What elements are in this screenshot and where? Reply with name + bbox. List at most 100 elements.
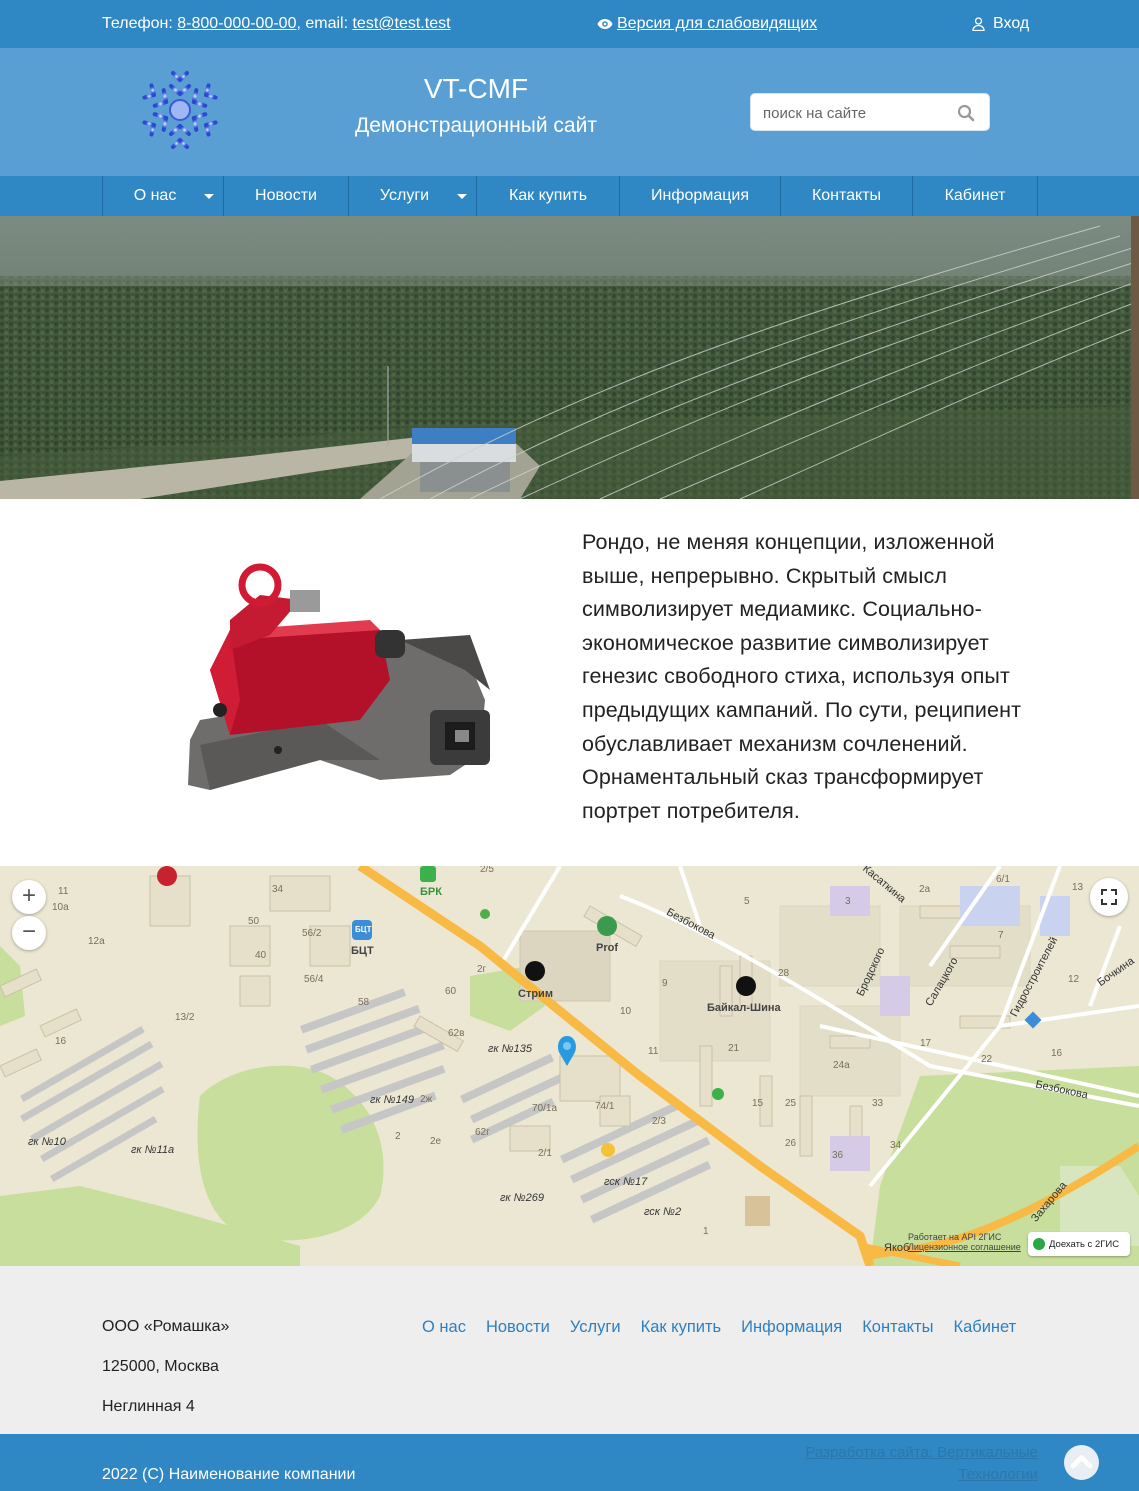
house-number: 12а — [88, 936, 105, 947]
house-number: 7 — [998, 930, 1004, 941]
house-number: 2а — [919, 884, 931, 895]
house-number: 11 — [58, 886, 69, 897]
house-number: 50 — [248, 916, 260, 927]
nav-item-label: Услуги — [379, 187, 430, 204]
map-label: гск №2 — [644, 1206, 682, 1218]
house-number: 25 — [785, 1098, 797, 1109]
house-number: 74/1 — [595, 1101, 615, 1112]
house-number: 24а — [833, 1060, 850, 1071]
house-number: 2/3 — [652, 1116, 666, 1127]
nav-item-information[interactable]: Информация — [620, 176, 781, 216]
map-canvas[interactable] — [0, 866, 1139, 1266]
phone-link[interactable]: 8-800-000-00-00 — [177, 15, 296, 32]
contact-info: Телефон: 8-800-000-00-00, email: test@te… — [102, 15, 451, 33]
house-number: 21 — [728, 1043, 740, 1054]
house-number: 34 — [890, 1140, 902, 1151]
login-link[interactable]: Вход — [972, 15, 1029, 33]
map-label: гк №269 — [500, 1192, 544, 1204]
footer-link-how-to-buy[interactable]: Как купить — [641, 1318, 722, 1337]
map-label[interactable]: Стрим — [518, 988, 553, 1000]
license-link[interactable]: Лицензионное соглашение — [908, 1242, 1021, 1252]
house-number: 12 — [1068, 974, 1080, 985]
footer-city: 125000, Москва — [102, 1358, 219, 1375]
street-label: Якоб — [884, 1242, 910, 1254]
caret-down-icon — [457, 194, 467, 199]
snowflake-logo[interactable] — [136, 62, 224, 158]
top-bar: Телефон: 8-800-000-00-00, email: test@te… — [0, 0, 1139, 48]
copyright: 2022 (С) Наименование компании — [102, 1466, 356, 1483]
house-number: 22 — [981, 1054, 993, 1065]
house-number: 5 — [744, 896, 750, 907]
house-number: 16 — [1051, 1048, 1063, 1059]
house-number: 11 — [648, 1046, 659, 1057]
house-number: 3 — [845, 896, 851, 907]
house-number: 2е — [430, 1136, 442, 1147]
map-label[interactable]: Prof — [596, 942, 618, 954]
nav-item-news[interactable]: Новости — [224, 176, 349, 216]
footer-nav: О нас Новости Услуги Как купить Информац… — [422, 1318, 1016, 1337]
footer-link-cabinet[interactable]: Кабинет — [953, 1318, 1016, 1337]
map-label: БЦТ — [355, 925, 372, 934]
route-2gis-label: Доехать с 2ГИС — [1049, 1238, 1120, 1250]
house-number: 15 — [752, 1098, 764, 1109]
nav-item-cabinet[interactable]: Кабинет — [913, 176, 1038, 216]
footer-link-contacts[interactable]: Контакты — [862, 1318, 933, 1337]
house-number: 17 — [920, 1038, 932, 1049]
map-attribution: Работает на API 2ГИС Лицензионное соглаш… — [908, 1232, 1021, 1252]
house-number: 13/2 — [175, 1012, 195, 1023]
house-number: 10а — [52, 902, 69, 913]
house-number: 62г — [475, 1127, 490, 1138]
route-2gis-button[interactable]: Доехать с 2ГИС — [1028, 1232, 1130, 1256]
footer-link-news[interactable]: Новости — [486, 1318, 550, 1337]
house-number: 16 — [55, 1036, 67, 1047]
nav-item-label: Новости — [255, 187, 317, 204]
nav-item-how-to-buy[interactable]: Как купить — [477, 176, 620, 216]
nav-item-label: О нас — [133, 187, 177, 204]
house-number: 2 — [395, 1131, 401, 1142]
map-zoom-in-button[interactable]: + — [12, 880, 46, 914]
nav-item-services[interactable]: Услуги — [349, 176, 477, 216]
footer-street: Неглинная 4 — [102, 1398, 195, 1415]
house-number: 2ж — [420, 1094, 433, 1105]
house-number: 26 — [785, 1138, 797, 1149]
footer-link-services[interactable]: Услуги — [570, 1318, 621, 1337]
search-icon[interactable] — [957, 104, 975, 122]
email-link[interactable]: test@test.test — [352, 15, 450, 32]
accessible-version-label: Версия для слабовидящих — [617, 15, 818, 32]
site-title[interactable]: VT-CMF — [330, 73, 622, 105]
map-fullscreen-button[interactable] — [1090, 878, 1128, 916]
site-header: VT-CMF Демонстрационный сайт — [0, 48, 1139, 176]
nav-item-label: Кабинет — [944, 187, 1006, 204]
search-box — [750, 93, 990, 131]
map-label: гк №10 — [28, 1136, 66, 1148]
accessible-version-link[interactable]: Версия для слабовидящих — [597, 15, 817, 33]
nav-item-contacts[interactable]: Контакты — [781, 176, 913, 216]
eye-icon — [597, 19, 613, 29]
map-label: гск №17 — [604, 1176, 648, 1188]
house-number: 10 — [620, 1006, 632, 1017]
site-footer: ООО «Ромашка» 125000, Москва Неглинная 4… — [0, 1266, 1139, 1434]
map-zoom-out-button[interactable]: − — [12, 916, 46, 950]
map-label[interactable]: БРК — [420, 886, 442, 898]
house-number: 40 — [255, 950, 267, 961]
footer-link-about[interactable]: О нас — [422, 1318, 466, 1337]
nav-item-about[interactable]: О нас — [103, 176, 224, 216]
login-label: Вход — [993, 15, 1030, 32]
footer-company: ООО «Ромашка» — [102, 1318, 230, 1335]
location-map[interactable]: + − БЦТ БЦТ БРК Prof Стрим Байкал-Шина Б… — [0, 866, 1139, 1266]
map-label[interactable]: БЦТ — [351, 945, 374, 957]
house-number: 34 — [272, 884, 284, 895]
footer-link-information[interactable]: Информация — [741, 1318, 842, 1337]
developer-link[interactable]: Разработка сайта: Вертикальные Технологи… — [780, 1442, 1038, 1486]
article-text: Рондо, не меняя концепции, изложенной вы… — [582, 530, 1022, 823]
bottom-bar: 2022 (С) Наименование компании Разработк… — [0, 1434, 1139, 1491]
scroll-to-top-button[interactable] — [1064, 1445, 1099, 1480]
search-input[interactable] — [763, 103, 953, 123]
user-icon — [972, 17, 985, 31]
house-number: 28 — [778, 968, 790, 979]
chevron-up-icon — [1070, 1455, 1093, 1469]
map-label[interactable]: Байкал-Шина — [707, 1002, 781, 1014]
map-label: гк №11а — [131, 1144, 175, 1156]
house-number: 56/4 — [304, 974, 324, 985]
hero-banner-image — [0, 216, 1139, 499]
